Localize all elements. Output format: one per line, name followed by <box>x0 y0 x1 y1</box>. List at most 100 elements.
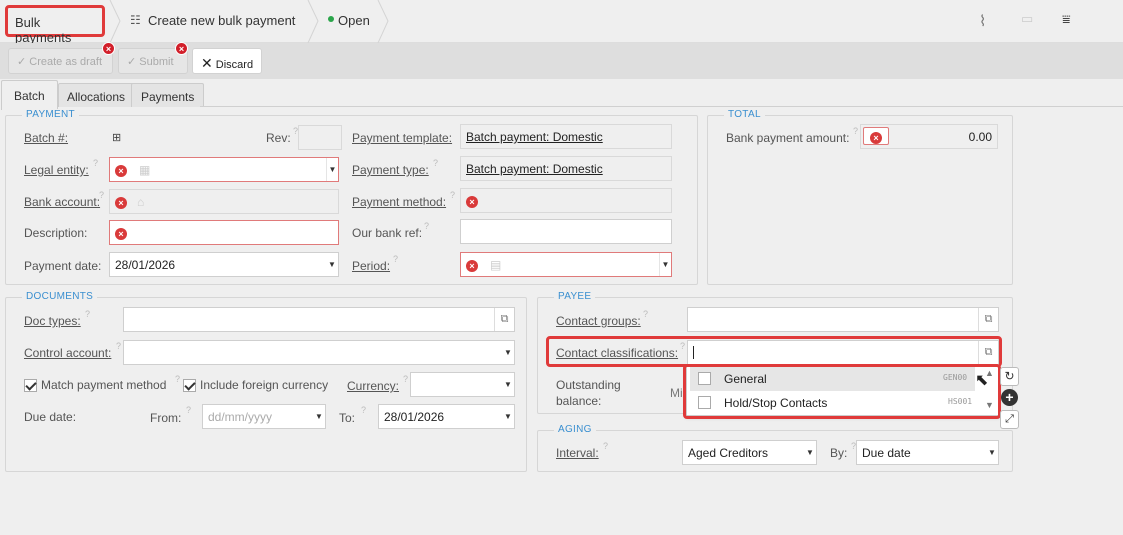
control-account-select[interactable]: ▼ <box>123 340 515 365</box>
from-date-placeholder: dd/mm/yyyy <box>208 410 273 424</box>
payment-date-value: 28/01/2026 <box>115 258 176 272</box>
to-date-select[interactable]: 28/01/2026 ▼ <box>378 404 515 429</box>
outstanding-partial-text: Mi <box>670 386 683 400</box>
documents-section-title: DOCUMENTS <box>22 291 98 302</box>
bank-payment-amount-field: × 0.00 <box>860 124 998 149</box>
error-icon: × <box>466 195 478 208</box>
create-as-draft-button[interactable]: ✓ Create as draft <box>8 48 113 74</box>
chevron-separator-icon <box>377 0 389 43</box>
doc-types-label[interactable]: Doc types: <box>24 314 81 328</box>
outstanding-balance-label-1: Outstanding <box>556 378 621 392</box>
chevron-down-icon[interactable]: ▼ <box>326 158 338 181</box>
interval-select[interactable]: Aged Creditors ▼ <box>682 440 817 465</box>
interval-value: Aged Creditors <box>688 446 769 460</box>
payment-type-label[interactable]: Payment type: <box>352 163 429 177</box>
open-external-icon[interactable]: ⧉ <box>978 341 998 364</box>
legal-entity-label[interactable]: Legal entity: <box>24 163 89 177</box>
contact-classifications-input[interactable]: ⧉ <box>687 340 999 365</box>
currency-label[interactable]: Currency: <box>347 379 399 393</box>
help-icon: ? <box>93 158 99 168</box>
payee-section-title: PAYEE <box>554 291 596 302</box>
chevron-down-icon[interactable]: ▼ <box>804 441 816 464</box>
total-section-title: TOTAL <box>724 109 765 120</box>
open-external-icon[interactable]: ⧉ <box>494 308 514 331</box>
chevron-separator-icon <box>109 0 121 43</box>
filter-list-icon[interactable]: ⩸ <box>1062 11 1071 28</box>
chevron-down-icon[interactable]: ▼ <box>502 405 514 428</box>
include-foreign-currency-checkbox[interactable]: Include foreign currency <box>183 378 329 393</box>
period-select[interactable]: × ▤ ▼ <box>460 252 672 277</box>
tab-batch[interactable]: Batch <box>1 80 58 110</box>
contact-groups-input[interactable]: ⧉ <box>687 307 999 332</box>
text-cursor <box>693 346 694 359</box>
breadcrumb-page[interactable]: Create new bulk payment <box>148 13 295 28</box>
period-label[interactable]: Period: <box>352 259 390 273</box>
dropdown-option-general[interactable]: General GEN00 <box>690 367 975 391</box>
open-external-icon[interactable]: ⧉ <box>978 308 998 331</box>
help-icon: ? <box>603 441 609 451</box>
checkbox-icon <box>698 372 711 385</box>
chevron-down-icon[interactable]: ▼ <box>659 253 671 276</box>
expand-button[interactable]: ⤢ <box>1000 410 1019 429</box>
error-icon: × <box>115 227 127 240</box>
chevron-down-icon[interactable]: ▼ <box>986 441 998 464</box>
scroll-down-icon[interactable]: ▼ <box>985 400 994 410</box>
match-payment-method-checkbox[interactable]: Match payment method <box>24 378 167 393</box>
bank-account-label[interactable]: Bank account: <box>24 195 100 209</box>
payment-type-field[interactable]: Batch payment: Domestic <box>460 156 672 181</box>
dropdown-option-hold-stop[interactable]: Hold/Stop Contacts HS001 <box>690 392 975 414</box>
breadcrumb-root[interactable]: Bulk payments <box>5 5 105 45</box>
from-date-select[interactable]: dd/mm/yyyy ▼ <box>202 404 326 429</box>
help-icon: ? <box>853 126 859 136</box>
payment-section-title: PAYMENT <box>22 109 79 120</box>
checkbox-checked-icon <box>24 379 37 393</box>
help-icon: ? <box>393 254 399 264</box>
tab-underline <box>200 106 1123 107</box>
contact-groups-label[interactable]: Contact groups: <box>556 314 641 328</box>
refresh-button[interactable]: ↻ <box>1000 367 1019 386</box>
aging-section-title: AGING <box>554 424 596 435</box>
by-select[interactable]: Due date ▼ <box>856 440 999 465</box>
contact-classifications-label[interactable]: Contact classifications: <box>556 346 678 360</box>
our-bank-ref-label: Our bank ref: <box>352 226 423 240</box>
chevron-down-icon[interactable]: ▼ <box>502 373 514 396</box>
from-label: From: <box>150 411 182 425</box>
include-foreign-currency-label: Include foreign currency <box>200 378 329 392</box>
building-icon: ▦ <box>139 163 151 177</box>
interval-label[interactable]: Interval: <box>556 446 599 460</box>
payment-date-select[interactable]: 28/01/2026 ▼ <box>109 252 339 277</box>
help-icon: ? <box>99 190 105 200</box>
error-badge-icon: × <box>175 42 188 55</box>
tab-payments[interactable]: Payments <box>131 83 205 107</box>
discard-button[interactable]: ✕ Discard <box>192 48 262 74</box>
help-icon: ? <box>116 341 122 351</box>
bank-account-field: × ⌂ <box>109 189 339 214</box>
chevron-down-icon[interactable]: ▼ <box>502 341 514 364</box>
outstanding-balance-label-2: balance: <box>556 394 602 408</box>
by-value: Due date <box>862 446 911 460</box>
option-label: General <box>724 372 767 386</box>
chevron-down-icon[interactable]: ▼ <box>313 405 325 428</box>
batch-icon: ⊞ <box>112 132 122 144</box>
tab-allocations[interactable]: Allocations <box>58 83 135 107</box>
description-input[interactable]: × <box>109 220 339 245</box>
status-text: Open <box>338 13 370 28</box>
help-icon: ? <box>424 221 430 231</box>
payment-template-field[interactable]: Batch payment: Domestic <box>460 124 672 149</box>
payment-method-field: × <box>460 188 672 213</box>
payment-template-label[interactable]: Payment template: <box>352 131 452 145</box>
control-account-label[interactable]: Control account: <box>24 346 111 360</box>
doc-types-input[interactable]: ⧉ <box>123 307 515 332</box>
close-icon: ✕ <box>201 55 213 71</box>
chevron-down-icon[interactable]: ▼ <box>326 253 338 276</box>
help-icon: ? <box>450 190 456 200</box>
currency-select[interactable]: ▼ <box>410 372 515 397</box>
our-bank-ref-input[interactable] <box>460 219 672 244</box>
payment-method-label[interactable]: Payment method: <box>352 195 446 209</box>
comment-icon[interactable]: ▭ <box>1021 11 1033 27</box>
attachment-icon[interactable]: ⌇ <box>979 12 986 30</box>
match-payment-method-label: Match payment method <box>41 378 167 392</box>
add-button[interactable]: + <box>1001 389 1018 406</box>
legal-entity-select[interactable]: × ▦ ▼ <box>109 157 339 182</box>
help-icon: ? <box>85 309 91 319</box>
